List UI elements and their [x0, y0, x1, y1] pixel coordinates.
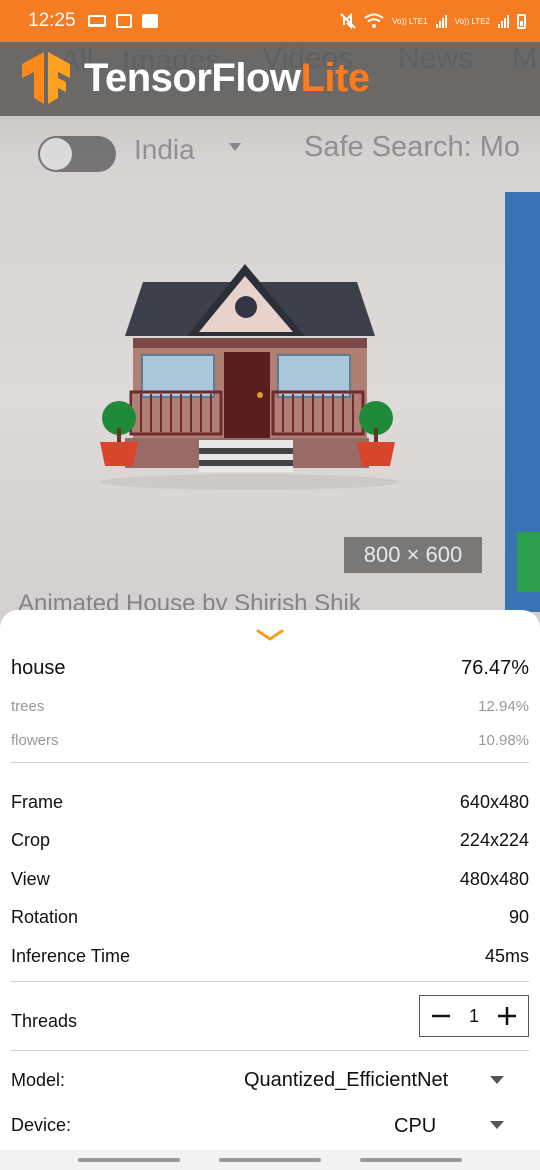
ghost-region: India [134, 134, 195, 165]
device-label: Device: [11, 1114, 72, 1135]
plus-icon[interactable] [496, 1005, 518, 1027]
ghost-tab-more: M [512, 42, 537, 75]
battery-icon [517, 13, 526, 29]
model-label: Model: [11, 1069, 66, 1090]
result-score: 10.98% [478, 732, 529, 749]
result-row: trees 12.94% [11, 698, 529, 715]
logo-text-main: TensorFlow [84, 55, 301, 100]
tensorflow-icon [22, 52, 70, 104]
camera-toggle [38, 136, 116, 172]
device-row[interactable]: Device: CPU [11, 1113, 529, 1137]
tensorflow-lite-logo: TensorFlowLite [22, 52, 370, 104]
bottom-sheet: house 76.47% trees 12.94% flowers 10.98%… [0, 610, 540, 1150]
divider [11, 1050, 529, 1051]
info-label: Crop [11, 830, 51, 850]
signal-icon [435, 14, 447, 28]
check-icon [141, 14, 158, 28]
nav-back-pill[interactable] [360, 1158, 462, 1162]
info-row-frame: Frame 640x480 [11, 792, 529, 813]
dropdown-arrow-icon[interactable] [490, 1121, 504, 1129]
info-label: Rotation [11, 907, 79, 927]
result-label: trees [11, 698, 45, 715]
dropdown-arrow-icon[interactable] [490, 1076, 504, 1084]
camera-preview: All Images Videos News M India Safe Sear… [0, 42, 540, 642]
laptop-icon [87, 15, 106, 27]
result-row: flowers 10.98% [11, 732, 529, 749]
result-label: house [11, 657, 66, 679]
info-label: Frame [11, 792, 64, 812]
minus-icon[interactable] [430, 1005, 452, 1027]
info-label: View [11, 869, 50, 889]
info-value: 224x224 [459, 830, 529, 850]
threads-label: Threads [11, 1011, 78, 1031]
info-value: 45ms [484, 946, 529, 966]
lte1-label: Vo)) LTE1 [392, 16, 428, 26]
house-illustration [100, 264, 400, 490]
threads-row: Threads [11, 1011, 311, 1032]
model-row[interactable]: Model: Quantized_EfficientNet [11, 1068, 529, 1092]
nav-recents-pill[interactable] [78, 1158, 180, 1162]
ghost-tab-news: News [398, 42, 474, 75]
status-time: 12:25 [28, 10, 76, 31]
signal-icon [498, 14, 509, 28]
result-score: 76.47% [461, 657, 529, 679]
result-score: 12.94% [478, 698, 529, 715]
info-row-view: View 480x480 [11, 869, 529, 890]
threads-stepper[interactable]: 1 [419, 995, 529, 1037]
ghost-safe-search: Safe Search: Mo [304, 131, 520, 163]
image-settings-icon [115, 14, 132, 28]
divider [11, 981, 529, 982]
status-bar: 12:25 Vo)) LTE1 Vo)) LTE2 [0, 0, 540, 42]
info-label: Inference Time [11, 946, 131, 966]
nav-home-pill[interactable] [219, 1158, 321, 1162]
navigation-bar [0, 1150, 540, 1170]
camera-blue-image [505, 192, 540, 612]
info-value: 640x480 [459, 792, 529, 812]
info-row-inference-time: Inference Time 45ms [11, 946, 529, 967]
result-label: flowers [11, 732, 59, 749]
info-row-crop: Crop 224x224 [11, 830, 529, 851]
wifi-icon [364, 13, 384, 28]
info-row-rotation: Rotation 90 [11, 907, 529, 928]
divider [11, 762, 529, 763]
device-select[interactable]: CPU [394, 1115, 436, 1138]
info-value: 480x480 [459, 869, 529, 889]
lte2-label: Vo)) LTE2 [454, 16, 490, 26]
result-row-top: house 76.47% [11, 657, 529, 680]
camera-image-size: 800 × 600 [344, 537, 482, 573]
info-value: 90 [508, 907, 529, 927]
mute-icon [340, 13, 356, 29]
threads-value: 1 [468, 1005, 479, 1026]
chevron-down-icon[interactable] [256, 628, 284, 642]
model-select[interactable]: Quantized_EfficientNet [244, 1069, 448, 1092]
ghost-dropdown-icon [229, 143, 241, 151]
logo-text-accent: Lite [300, 55, 370, 100]
